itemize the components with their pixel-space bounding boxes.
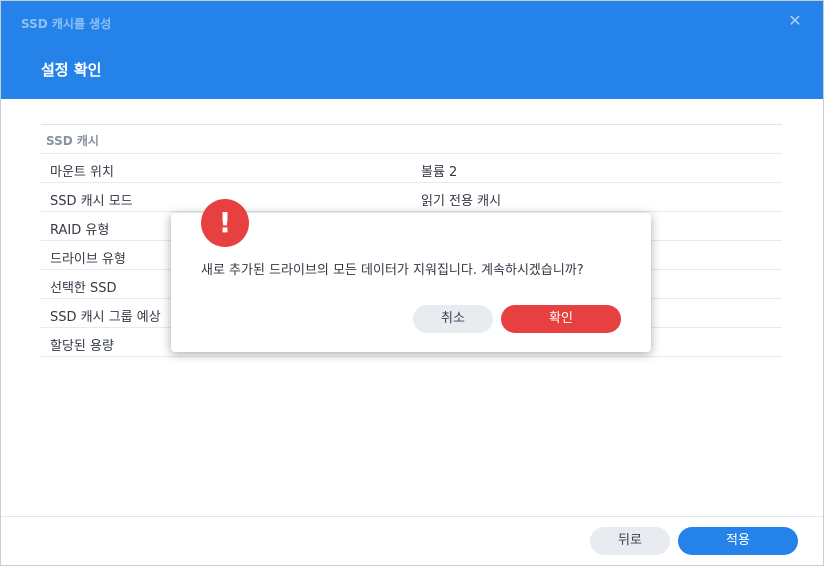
confirm-button[interactable]: 확인: [501, 305, 621, 333]
dialog-message: 새로 추가된 드라이브의 모든 데이터가 지워집니다. 계속하시겠습니까?: [201, 263, 584, 278]
warning-icon: !: [201, 199, 249, 247]
modal-overlay: 새로 추가된 드라이브의 모든 데이터가 지워집니다. 계속하시겠습니까? 취소…: [0, 0, 824, 566]
cancel-button[interactable]: 취소: [413, 305, 493, 333]
